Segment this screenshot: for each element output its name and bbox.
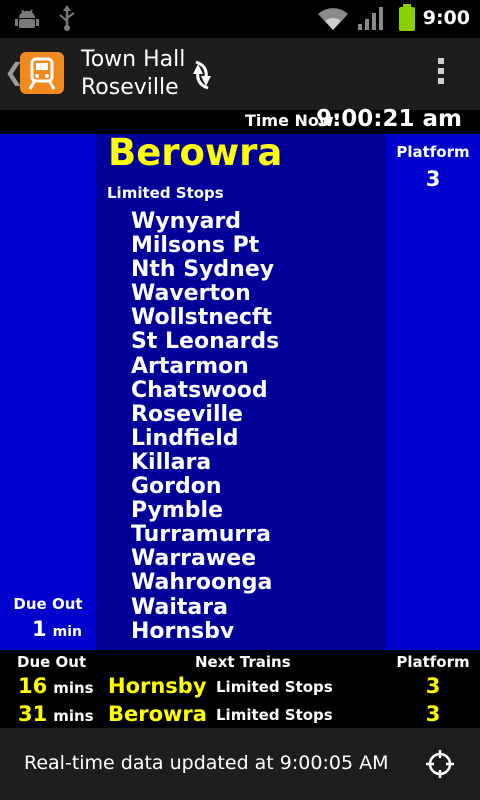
update-status-text: Real-time data updated at 9:00:05 AM (24, 752, 389, 774)
table-row[interactable]: 31 mins Berowra Limited Stops 3 (0, 702, 480, 730)
origin-station[interactable]: Town Hall (81, 47, 185, 72)
stop-item: Warrawee (131, 546, 257, 572)
stop-item: Wynyard (131, 210, 242, 234)
row-unit: mins (53, 679, 94, 697)
stop-item: Roseville (131, 401, 243, 427)
due-out-number: 1 (32, 617, 47, 641)
stop-item: Chatswood (131, 377, 268, 403)
stop-item: Pymble (131, 498, 224, 524)
stop-item: Milsons Pt (131, 233, 260, 259)
stop-item: Waitara (131, 594, 228, 620)
time-now-value: 9:00:21 am (316, 106, 462, 132)
stop-item: Killara (131, 449, 212, 475)
stop-item: Nth Sydney (131, 257, 275, 283)
due-out-unit: min (52, 624, 82, 640)
row-destination: Hornsby (108, 674, 207, 698)
row-mins: 31 (18, 702, 48, 726)
row-due: 31 mins (18, 702, 94, 726)
usb-icon (59, 5, 75, 31)
status-bar: 9:00 (0, 0, 480, 38)
stop-item: Wollstnecft (131, 305, 273, 331)
header-platform: Platform (396, 653, 470, 671)
header-due-out: Due Out (17, 653, 87, 671)
row-due: 16 mins (18, 674, 94, 698)
stop-item: Gordon (131, 474, 222, 500)
next-train-destination: Berowra (108, 134, 283, 174)
row-destination: Berowra (108, 702, 207, 726)
overflow-menu-icon[interactable] (438, 58, 446, 88)
table-row[interactable]: 16 mins Hornsby Limited Stops 3 (0, 674, 480, 702)
swap-direction-icon[interactable] (190, 58, 214, 92)
footer-bar: Real-time data updated at 9:00:05 AM (0, 728, 480, 800)
battery-icon (399, 4, 415, 31)
stops-list[interactable]: Wynyard Milsons Pt Nth Sydney Waverton W… (131, 210, 279, 638)
signal-icon (358, 7, 383, 30)
android-debug-icon (15, 9, 39, 28)
time-now-bar: Time Now: 9:00:21 am (0, 106, 480, 134)
location-target-icon[interactable] (426, 750, 454, 778)
row-mins: 16 (18, 674, 48, 698)
row-platform: 3 (425, 702, 441, 726)
stop-item: Lindfield (131, 425, 239, 451)
stop-item: Hornsby (131, 618, 235, 638)
platform-label: Platform (396, 143, 470, 161)
stop-item: Turramurra (131, 522, 271, 548)
row-unit: mins (53, 707, 94, 725)
stop-item: Wahroonga (131, 570, 273, 596)
row-type: Limited Stops (216, 678, 333, 696)
destination-station[interactable]: Roseville (81, 75, 179, 100)
header-next-trains: Next Trains (195, 653, 291, 671)
stop-item: Waverton (131, 281, 251, 307)
train-app-icon[interactable] (20, 52, 64, 94)
row-type: Limited Stops (216, 706, 333, 724)
stop-item: Artarmon (131, 353, 249, 379)
status-time: 9:00 (422, 7, 470, 29)
service-type: Limited Stops (107, 184, 224, 202)
next-train-board: Berowra Limited Stops Wynyard Milsons Pt… (0, 134, 480, 650)
due-out-label: Due Out (13, 595, 83, 613)
stop-item: St Leonards (131, 329, 280, 355)
next-trains-table: Due Out Next Trains Platform 16 mins Horn… (0, 650, 480, 728)
row-platform: 3 (425, 674, 441, 698)
platform-number: 3 (425, 167, 441, 191)
action-bar: ❮ Town Hall Roseville (0, 38, 480, 111)
wifi-icon (318, 8, 348, 30)
due-out-value: 1 min (32, 617, 82, 641)
